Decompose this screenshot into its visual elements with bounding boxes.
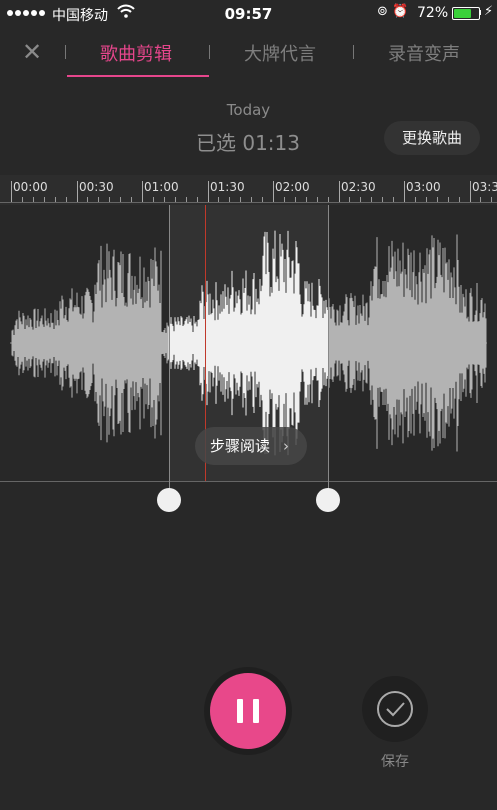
selection-start-handle[interactable] xyxy=(157,488,181,512)
timeline-label: 03:00 xyxy=(406,180,441,194)
tab-divider xyxy=(65,45,66,59)
tab-divider xyxy=(353,45,354,59)
charging-bolt-icon: ⚡ xyxy=(484,4,494,19)
active-tab-indicator xyxy=(67,75,209,77)
selection-end-handle[interactable] xyxy=(316,488,340,512)
timeline-label: 03:3 xyxy=(472,180,497,194)
battery-icon xyxy=(452,7,480,20)
chevron-right-icon: › xyxy=(283,437,289,455)
timeline-major-tick xyxy=(208,181,209,203)
timeline-ruler: 00:00 00:30 01:00 01:30 02:00 02:30 03:0… xyxy=(0,175,497,205)
close-icon[interactable]: ✕ xyxy=(22,38,42,66)
step-guide-button[interactable]: 步骤阅读 › xyxy=(195,427,307,465)
timeline-label: 00:30 xyxy=(79,180,114,194)
alarm-icon: ⏰ xyxy=(392,4,409,19)
waveform-bottom-line xyxy=(0,481,497,482)
pause-button[interactable] xyxy=(210,673,286,749)
selection-end-line xyxy=(328,205,329,500)
tab-bar: ✕ 歌曲剪辑 大牌代言 录音变声 xyxy=(0,28,497,78)
timeline-major-tick xyxy=(77,181,78,203)
timeline-label: 01:30 xyxy=(210,180,245,194)
timeline-major-tick xyxy=(11,181,12,203)
timeline-label: 02:00 xyxy=(275,180,310,194)
timeline-label: 00:00 xyxy=(13,180,48,194)
timeline-major-tick xyxy=(142,181,143,203)
timeline-major-tick xyxy=(339,181,340,203)
selected-duration: 已选 01:13 xyxy=(196,131,300,155)
tab-divider xyxy=(209,45,210,59)
timeline-baseline xyxy=(0,202,497,203)
battery-level-fill xyxy=(454,9,471,18)
tab-song-edit[interactable]: 歌曲剪辑 xyxy=(100,40,172,66)
tab-celebrity-endorse[interactable]: 大牌代言 xyxy=(244,40,316,66)
battery-percent: 72% xyxy=(417,5,449,21)
step-guide-label: 步骤阅读 xyxy=(210,437,271,455)
status-bar: 中国移动 09:57 ⊚ ⏰ 72% ⚡ xyxy=(0,0,497,28)
battery-tip xyxy=(479,10,481,15)
timeline-major-tick xyxy=(273,181,274,203)
checkmark-icon xyxy=(377,691,413,727)
timeline-major-tick xyxy=(404,181,405,203)
save-button[interactable] xyxy=(362,676,428,742)
timeline-major-tick xyxy=(470,181,471,203)
timeline-label: 02:30 xyxy=(341,180,376,194)
timeline-label: 01:00 xyxy=(144,180,179,194)
save-label: 保存 xyxy=(381,754,409,770)
change-song-button[interactable]: 更换歌曲 xyxy=(384,121,480,155)
song-title: Today xyxy=(226,101,271,119)
tab-voice-change[interactable]: 录音变声 xyxy=(388,40,460,66)
selection-start-line xyxy=(169,205,170,500)
rotation-lock-icon: ⊚ xyxy=(377,4,388,19)
